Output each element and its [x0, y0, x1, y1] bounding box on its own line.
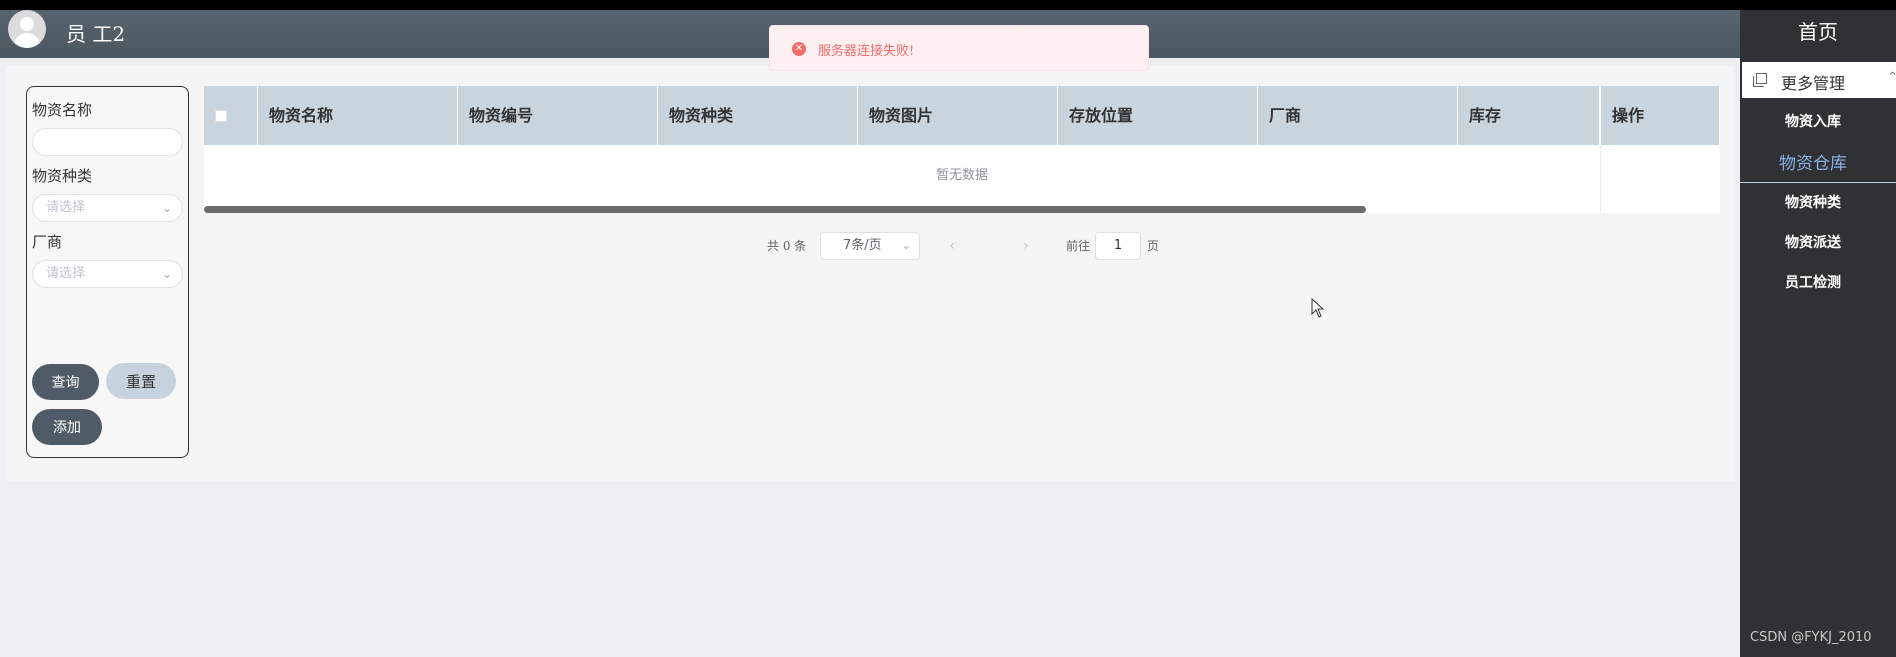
username-label: 员 工2	[66, 22, 126, 46]
category-label: 物资种类	[32, 167, 93, 185]
next-page-button[interactable]: ›	[1009, 232, 1043, 260]
page-number-list[interactable]	[969, 232, 1009, 260]
chevron-right-icon: ›	[1023, 238, 1029, 254]
copy-icon-back	[1753, 76, 1764, 87]
column-header[interactable]: 物资图片	[858, 86, 1058, 145]
chevron-down-icon: ⌄	[901, 239, 911, 252]
total-count: 共 0 条	[767, 239, 807, 253]
column-header[interactable]: 物资种类	[658, 86, 858, 145]
vendor-select[interactable]: 请选择 ⌄	[32, 260, 183, 288]
sidebar-item-stock-in[interactable]: 物资入库	[1740, 111, 1896, 131]
right-sidebar: 首页 更多管理 ⌃ 物资入库 物资仓库 物资种类 物资派送 员工检测	[1740, 10, 1896, 657]
column-header[interactable]: 厂商	[1258, 86, 1458, 145]
query-button[interactable]: 查询	[32, 364, 99, 400]
table-header: 物资名称 物资编号 物资种类 物资图片 存放位置 厂商 库存 操作	[204, 86, 1720, 145]
chevron-down-icon: ⌄	[161, 201, 172, 215]
name-label: 物资名称	[32, 101, 93, 119]
goto-page-input[interactable]: 1	[1095, 232, 1141, 260]
category-placeholder: 请选择	[46, 200, 86, 215]
vendor-label: 厂商	[32, 233, 63, 251]
page-size-value: 7条/页	[843, 238, 882, 253]
window-top-strip	[0, 0, 1896, 10]
goto-suffix: 页	[1147, 239, 1160, 253]
column-header[interactable]: 物资名称	[258, 86, 458, 145]
sidebar-item-category[interactable]: 物资种类	[1740, 192, 1896, 212]
error-toast: ✕ 服务器连接失败!	[769, 25, 1149, 71]
select-all-cell	[204, 86, 258, 145]
page-size-select[interactable]: 7条/页 ⌄	[820, 232, 920, 260]
filter-panel: 物资名称 物资种类 请选择 ⌄ 厂商 请选择 ⌄ 查询 重置 添加	[26, 86, 189, 458]
sidebar-item-dispatch[interactable]: 物资派送	[1740, 232, 1896, 252]
sidebar-item-staff-check[interactable]: 员工检测	[1740, 272, 1896, 292]
chevron-left-icon: ‹	[949, 238, 955, 254]
column-header[interactable]: 操作	[1600, 86, 1720, 145]
sidebar-item-warehouse[interactable]: 物资仓库	[1740, 149, 1896, 183]
column-header[interactable]: 存放位置	[1058, 86, 1258, 145]
mouse-cursor-icon	[1311, 298, 1325, 318]
category-select[interactable]: 请选择 ⌄	[32, 194, 183, 222]
reset-button[interactable]: 重置	[106, 363, 176, 399]
more-management-label: 更多管理	[1781, 74, 1846, 93]
prev-page-button[interactable]: ‹	[935, 232, 969, 260]
chevron-down-icon: ⌄	[161, 267, 172, 281]
column-header[interactable]: 物资编号	[458, 86, 658, 145]
horizontal-scrollbar[interactable]	[204, 206, 1366, 213]
chevron-up-icon: ⌃	[1887, 70, 1896, 85]
user-avatar-icon[interactable]	[8, 10, 46, 48]
avatar-head	[20, 17, 34, 31]
data-table: 物资名称 物资编号 物资种类 物资图片 存放位置 厂商 库存 操作 暂无数据	[204, 86, 1720, 213]
column-header[interactable]: 库存	[1458, 86, 1600, 145]
error-circle-icon: ✕	[792, 42, 806, 56]
select-all-checkbox[interactable]	[215, 110, 227, 122]
name-input[interactable]	[32, 128, 183, 156]
goto-prefix: 前往	[1066, 239, 1091, 253]
vendor-placeholder: 请选择	[46, 266, 86, 281]
avatar-body	[14, 33, 40, 48]
more-management-menu[interactable]: 更多管理 ⌃	[1742, 62, 1896, 98]
home-link[interactable]: 首页	[1740, 16, 1896, 45]
operation-column-fixed	[1600, 145, 1720, 213]
add-button[interactable]: 添加	[32, 409, 102, 445]
csdn-watermark: CSDN @FYKJ_2010	[1750, 630, 1872, 645]
empty-placeholder: 暂无数据	[935, 168, 988, 183]
toast-message: 服务器连接失败!	[818, 44, 915, 59]
